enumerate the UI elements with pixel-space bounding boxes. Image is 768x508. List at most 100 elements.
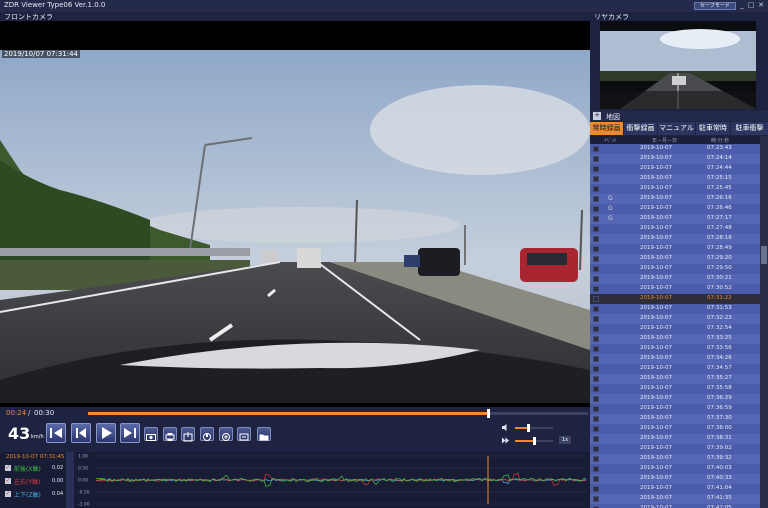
list-item[interactable]: 2019-10-07 07:24:44	[590, 164, 760, 174]
maximize-button[interactable]: □	[746, 1, 756, 10]
list-item[interactable]: 2019-10-07 07:41:35	[590, 494, 760, 504]
list-item[interactable]: 2019-10-07 07:29:50	[590, 264, 760, 274]
list-item[interactable]: 2019-10-07 07:39:02	[590, 444, 760, 454]
list-item-checkbox[interactable]	[593, 366, 599, 372]
seek-bar-handle[interactable]	[487, 409, 490, 418]
list-item[interactable]: 2019-10-07 07:25:15	[590, 174, 760, 184]
list-item-checkbox[interactable]	[593, 496, 599, 502]
step-back-button[interactable]	[71, 423, 91, 443]
list-item[interactable]: 2019-10-07 07:24:14	[590, 154, 760, 164]
list-item-checkbox[interactable]	[593, 426, 599, 432]
list-item[interactable]: 2019-10-07 07:28:18	[590, 234, 760, 244]
settings-button[interactable]	[237, 427, 251, 441]
list-item-checkbox[interactable]	[593, 226, 599, 232]
list-item[interactable]: 2019-10-07 07:35:58	[590, 384, 760, 394]
list-item-checkbox[interactable]	[593, 246, 599, 252]
legend-x-axis[interactable]: ✓ 前後(X軸) 0.02	[5, 464, 63, 473]
tab-parking-continuous[interactable]: 駐車常時	[696, 122, 730, 135]
list-item-checkbox[interactable]	[593, 156, 599, 162]
checkbox-icon[interactable]: ✓	[5, 465, 11, 471]
list-item-checkbox[interactable]	[593, 446, 599, 452]
list-item[interactable]: G 2019-10-07 07:26:16	[590, 194, 760, 204]
list-item-checkbox[interactable]	[593, 166, 599, 172]
scrollbar-thumb[interactable]	[761, 246, 767, 264]
list-item[interactable]: 2019-10-07 07:33:25	[590, 334, 760, 344]
list-item-checkbox[interactable]	[593, 286, 599, 292]
legend-y-axis[interactable]: ✓ 左右(Y軸) 0.00	[5, 477, 63, 486]
playback-rate-slider[interactable]	[515, 437, 553, 445]
checkbox-icon[interactable]: ✓	[5, 478, 11, 484]
list-item-checkbox[interactable]	[593, 236, 599, 242]
seek-bar[interactable]	[88, 409, 588, 418]
list-item-checkbox[interactable]	[593, 376, 599, 382]
list-item[interactable]: 2019-10-07 07:38:31	[590, 434, 760, 444]
list-item-checkbox[interactable]	[593, 396, 599, 402]
tab-continuous[interactable]: 常時録画	[590, 122, 623, 135]
list-item[interactable]: 2019-10-07 07:31:22	[590, 294, 760, 304]
list-item[interactable]: G 2019-10-07 07:27:17	[590, 214, 760, 224]
list-item-checkbox[interactable]	[593, 436, 599, 442]
list-item-checkbox[interactable]	[593, 336, 599, 342]
graph-scroll-strip[interactable]	[66, 452, 74, 508]
volume-slider[interactable]	[515, 424, 553, 432]
list-item-checkbox[interactable]	[593, 216, 599, 222]
list-item-checkbox[interactable]	[593, 276, 599, 282]
list-item[interactable]: 2019-10-07 07:35:27	[590, 374, 760, 384]
list-item[interactable]: 2019-10-07 07:27:48	[590, 224, 760, 234]
list-item-checkbox[interactable]	[593, 146, 599, 152]
list-item-checkbox[interactable]	[593, 326, 599, 332]
list-item[interactable]: 2019-10-07 07:38:00	[590, 424, 760, 434]
list-item-checkbox[interactable]	[593, 476, 599, 482]
snapshot-button[interactable]	[144, 427, 158, 441]
tab-impact[interactable]: 衝撃録画	[624, 122, 657, 135]
list-item-checkbox[interactable]	[593, 356, 599, 362]
list-item[interactable]: 2019-10-07 07:37:30	[590, 414, 760, 424]
rotate-button[interactable]	[200, 427, 214, 441]
list-item[interactable]: 2019-10-07 07:42:05	[590, 504, 760, 508]
map-expand-icon[interactable]: +	[593, 112, 601, 120]
list-item-checkbox[interactable]	[593, 456, 599, 462]
list-item-checkbox[interactable]	[593, 266, 599, 272]
list-item-checkbox[interactable]	[593, 206, 599, 212]
file-list-scrollbar[interactable]	[760, 136, 768, 508]
list-item[interactable]: 2019-10-07 07:40:03	[590, 464, 760, 474]
list-item-checkbox[interactable]	[593, 486, 599, 492]
list-item[interactable]: 2019-10-07 07:28:49	[590, 244, 760, 254]
list-item[interactable]: 2019-10-07 07:36:59	[590, 404, 760, 414]
tab-manual[interactable]: マニュアル	[658, 122, 695, 135]
list-item[interactable]: 2019-10-07 07:41:04	[590, 484, 760, 494]
list-item-checkbox[interactable]	[593, 256, 599, 262]
playback-rate-icon[interactable]	[501, 436, 510, 445]
list-item-checkbox[interactable]	[593, 186, 599, 192]
print-button[interactable]	[163, 427, 177, 441]
volume-icon[interactable]	[501, 423, 510, 432]
legend-z-axis[interactable]: ✓ 上下(Z軸) 0.04	[5, 490, 63, 499]
checkbox-icon[interactable]: ✓	[5, 491, 11, 497]
list-item[interactable]: 2019-10-07 07:33:56	[590, 344, 760, 354]
playback-rate-handle[interactable]	[533, 437, 536, 445]
list-item-checkbox[interactable]	[593, 416, 599, 422]
list-item-checkbox[interactable]	[593, 196, 599, 202]
list-item[interactable]: 2019-10-07 07:36:29	[590, 394, 760, 404]
list-item[interactable]: 2019-10-07 07:31:53	[590, 304, 760, 314]
list-item[interactable]: 2019-10-07 07:29:20	[590, 254, 760, 264]
next-file-button[interactable]	[120, 423, 140, 443]
list-item-checkbox[interactable]	[593, 296, 599, 302]
front-camera-video[interactable]: 2019/10/07 07:31:44	[0, 21, 590, 407]
list-item[interactable]: 2019-10-07 07:30:52	[590, 284, 760, 294]
tab-parking-impact[interactable]: 駐車衝撃	[731, 122, 768, 135]
list-item[interactable]: 2019-10-07 07:39:32	[590, 454, 760, 464]
list-item[interactable]: 2019-10-07 07:25:45	[590, 184, 760, 194]
list-item[interactable]: 2019-10-07 07:23:43	[590, 144, 760, 154]
list-item[interactable]: 2019-10-07 07:34:57	[590, 364, 760, 374]
list-item-checkbox[interactable]	[593, 466, 599, 472]
list-item-checkbox[interactable]	[593, 306, 599, 312]
g-sensor-graph[interactable]: 1.00 0.50 0.00 -0.50 -1.00	[76, 452, 590, 508]
list-item[interactable]: 2019-10-07 07:34:26	[590, 354, 760, 364]
list-item-checkbox[interactable]	[593, 406, 599, 412]
list-item-checkbox[interactable]	[593, 316, 599, 322]
open-folder-button[interactable]	[257, 427, 271, 441]
list-item-checkbox[interactable]	[593, 346, 599, 352]
close-button[interactable]: ✕	[756, 1, 766, 10]
list-item[interactable]: 2019-10-07 07:40:33	[590, 474, 760, 484]
